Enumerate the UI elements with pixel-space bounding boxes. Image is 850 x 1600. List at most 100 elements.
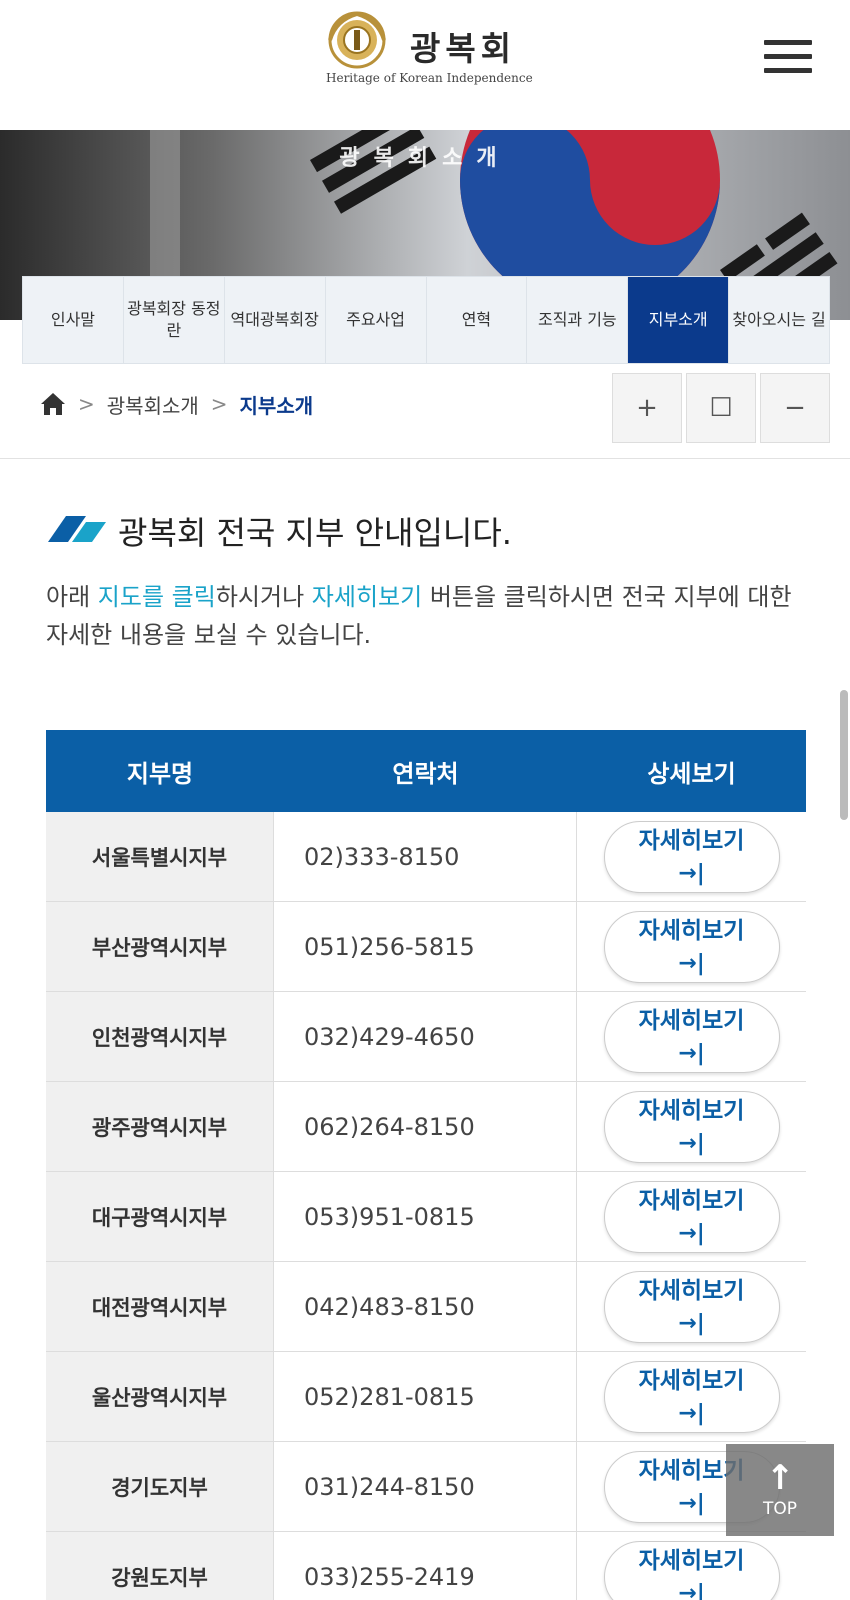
breadcrumb-item-current: 지부소개 bbox=[239, 393, 314, 418]
logo-title: 광복회 bbox=[410, 29, 517, 68]
detail-cell: 자세히보기 →| bbox=[577, 992, 806, 1081]
banner-title: 광복회소개 bbox=[339, 146, 511, 171]
detail-button-label: 자세히보기 bbox=[638, 1367, 745, 1394]
zoom-out-button[interactable]: − bbox=[760, 373, 830, 443]
branch-phone: 02)333-8150 bbox=[274, 812, 577, 901]
logo-subtitle: Heritage of Korean Independence bbox=[326, 71, 533, 85]
arrow-right-bar-icon: →| bbox=[678, 1400, 705, 1426]
arrow-right-bar-icon: →| bbox=[678, 1490, 705, 1516]
arrow-right-bar-icon: →| bbox=[678, 860, 705, 886]
zoom-in-button[interactable]: + bbox=[612, 373, 682, 443]
detail-cell: 자세히보기 →| bbox=[577, 1082, 806, 1171]
table-row: 대구광역시지부 053)951-0815 자세히보기 →| bbox=[46, 1172, 806, 1262]
breadcrumb: > 광복회소개 > 지부소개 bbox=[40, 384, 313, 424]
subnav-item-past-presidents[interactable]: 역대광복회장 bbox=[225, 277, 326, 363]
branch-name: 대구광역시지부 bbox=[46, 1172, 274, 1261]
arrow-right-bar-icon: →| bbox=[678, 1310, 705, 1336]
detail-button[interactable]: 자세히보기 →| bbox=[603, 1000, 780, 1073]
branch-phone: 031)244-8150 bbox=[274, 1442, 577, 1531]
detail-button-label: 자세히보기 bbox=[638, 1007, 745, 1034]
chevron-right-icon: > bbox=[210, 392, 228, 416]
table-row: 울산광역시지부 052)281-0815 자세히보기 →| bbox=[46, 1352, 806, 1442]
detail-button-label: 자세히보기 bbox=[638, 827, 745, 854]
branch-phone: 033)255-2419 bbox=[274, 1532, 577, 1600]
site-logo[interactable]: 광복회 Heritage of Korean Independence bbox=[322, 8, 542, 88]
branch-phone: 053)951-0815 bbox=[274, 1172, 577, 1261]
subnav-item-branches[interactable]: 지부소개 bbox=[628, 277, 730, 363]
detail-button[interactable]: 자세히보기 →| bbox=[603, 1360, 780, 1433]
table-row: 부산광역시지부 051)256-5815 자세히보기 →| bbox=[46, 902, 806, 992]
zoom-reset-button[interactable]: ☐ bbox=[686, 373, 756, 443]
branch-name: 광주광역시지부 bbox=[46, 1082, 274, 1171]
detail-button[interactable]: 자세히보기 →| bbox=[603, 910, 780, 983]
subnav-item-organization[interactable]: 조직과 기능 bbox=[527, 277, 629, 363]
section-title: 광복회 전국 지부 안내입니다. bbox=[118, 514, 512, 552]
table-row: 서울특별시지부 02)333-8150 자세히보기 →| bbox=[46, 812, 806, 902]
detail-button[interactable]: 자세히보기 →| bbox=[603, 1090, 780, 1163]
table-row: 인천광역시지부 032)429-4650 자세히보기 →| bbox=[46, 992, 806, 1082]
subnav-item-greeting[interactable]: 인사말 bbox=[23, 277, 124, 363]
table-row: 경기도지부 031)244-8150 자세히보기 →| bbox=[46, 1442, 806, 1532]
table-header: 지부명 연락처 상세보기 bbox=[46, 730, 806, 812]
detail-button[interactable]: 자세히보기 →| bbox=[603, 1540, 780, 1600]
detail-button-label: 자세히보기 bbox=[638, 1277, 745, 1304]
detail-button-label: 자세히보기 bbox=[638, 1097, 745, 1124]
branch-table: 지부명 연락처 상세보기 서울특별시지부 02)333-8150 자세히보기 →| 부산… bbox=[46, 730, 806, 1600]
scrollbar[interactable] bbox=[840, 690, 848, 820]
desc-text: 아래 bbox=[46, 583, 98, 611]
detail-button-label: 자세히보기 bbox=[638, 1547, 745, 1574]
scroll-top-button[interactable]: ↑ TOP bbox=[726, 1444, 834, 1536]
branch-name: 강원도지부 bbox=[46, 1532, 274, 1600]
table-body: 서울특별시지부 02)333-8150 자세히보기 →| 부산광역시지부 051)256-… bbox=[46, 812, 806, 1600]
branch-name: 인천광역시지부 bbox=[46, 992, 274, 1081]
branch-name: 울산광역시지부 bbox=[46, 1352, 274, 1441]
detail-button[interactable]: 자세히보기 →| bbox=[603, 820, 780, 893]
emblem-icon bbox=[328, 11, 386, 69]
detail-cell: 자세히보기 →| bbox=[577, 902, 806, 991]
branch-name: 서울특별시지부 bbox=[46, 812, 274, 901]
arrow-right-bar-icon: →| bbox=[678, 1040, 705, 1066]
branch-phone: 032)429-4650 bbox=[274, 992, 577, 1081]
section-title-icon bbox=[48, 516, 106, 542]
detail-cell: 자세히보기 →| bbox=[577, 1532, 806, 1600]
desc-highlight-detail: 자세히보기 bbox=[311, 583, 423, 611]
detail-cell: 자세히보기 →| bbox=[577, 1262, 806, 1351]
branch-phone: 042)483-8150 bbox=[274, 1262, 577, 1351]
arrow-right-bar-icon: →| bbox=[678, 1220, 705, 1246]
arrow-right-bar-icon: →| bbox=[678, 1580, 705, 1600]
desc-highlight-map: 지도를 클릭 bbox=[97, 583, 216, 611]
font-zoom-controls: + ☐ − bbox=[612, 373, 830, 443]
sub-navigation: 인사말 광복회장 동정란 역대광복회장 주요사업 연혁 조직과 기능 지부소개 … bbox=[22, 276, 830, 364]
top-label: TOP bbox=[762, 1499, 798, 1519]
branch-name: 대전광역시지부 bbox=[46, 1262, 274, 1351]
hamburger-menu-icon[interactable] bbox=[764, 40, 812, 80]
detail-button-label: 자세히보기 bbox=[638, 1187, 745, 1214]
table-row: 대전광역시지부 042)483-8150 자세히보기 →| bbox=[46, 1262, 806, 1352]
arrow-right-bar-icon: →| bbox=[678, 1130, 705, 1156]
subnav-item-main-projects[interactable]: 주요사업 bbox=[326, 277, 427, 363]
home-icon[interactable] bbox=[40, 392, 66, 416]
branch-phone: 062)264-8150 bbox=[274, 1082, 577, 1171]
subnav-item-directions[interactable]: 찾아오시는 길 bbox=[729, 277, 829, 363]
table-row: 광주광역시지부 062)264-8150 자세히보기 →| bbox=[46, 1082, 806, 1172]
detail-cell: 자세히보기 →| bbox=[577, 812, 806, 901]
branch-name: 부산광역시지부 bbox=[46, 902, 274, 991]
chevron-right-icon: > bbox=[78, 392, 95, 416]
detail-button[interactable]: 자세히보기 →| bbox=[603, 1180, 780, 1253]
detail-cell: 자세히보기 →| bbox=[577, 1172, 806, 1261]
subnav-item-president-news[interactable]: 광복회장 동정란 bbox=[124, 277, 225, 363]
detail-button[interactable]: 자세히보기 →| bbox=[603, 1270, 780, 1343]
detail-cell: 자세히보기 →| bbox=[577, 1352, 806, 1441]
column-header-branch: 지부명 bbox=[126, 759, 194, 788]
branch-phone: 052)281-0815 bbox=[274, 1352, 577, 1441]
branch-name: 경기도지부 bbox=[46, 1442, 274, 1531]
section-description: 아래 지도를 클릭하시거나 자세히보기 버튼을 클릭하시면 전국 지부에 대한 … bbox=[46, 578, 816, 654]
detail-button-label: 자세히보기 bbox=[638, 917, 745, 944]
breadcrumb-item-about[interactable]: 광복회소개 bbox=[107, 390, 199, 419]
branch-phone: 051)256-5815 bbox=[274, 902, 577, 991]
desc-text: 하시거나 bbox=[215, 583, 312, 611]
column-header-detail: 상세보기 bbox=[647, 759, 736, 788]
arrow-up-icon: ↑ bbox=[765, 1458, 795, 1498]
subnav-item-history[interactable]: 연혁 bbox=[427, 277, 528, 363]
section-divider bbox=[0, 458, 850, 459]
